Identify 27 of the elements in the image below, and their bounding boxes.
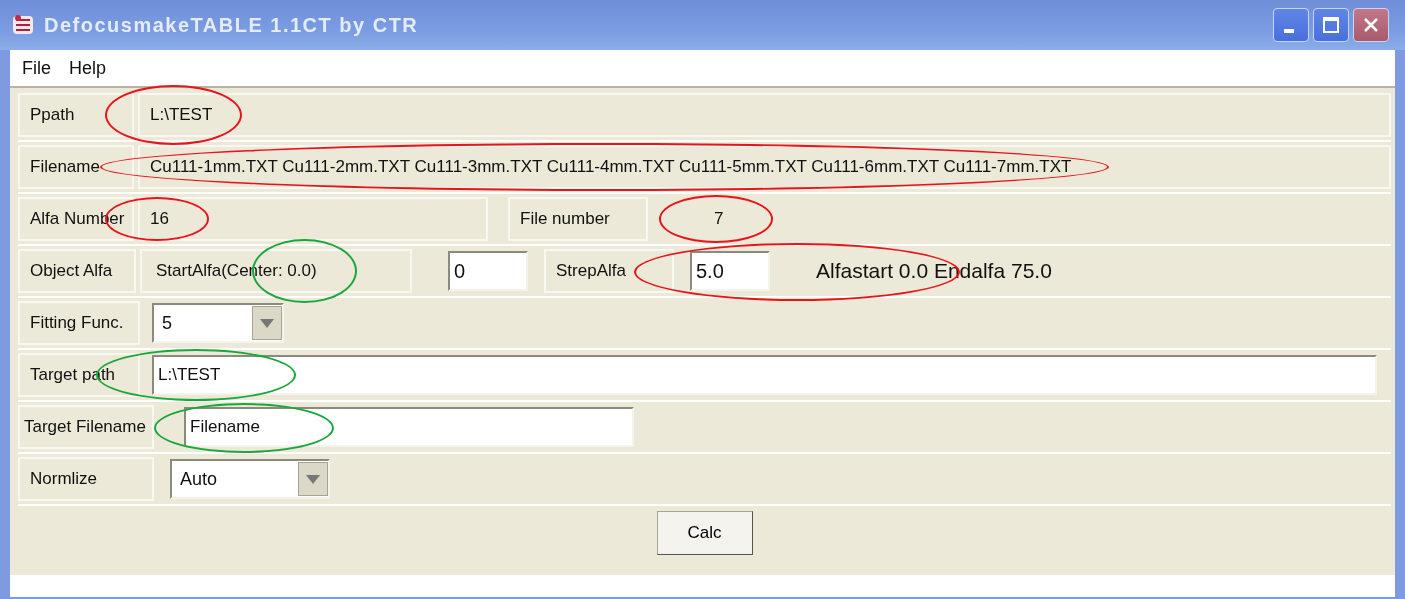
value-display: 7 <box>652 197 1391 241</box>
field-label: Object Alfa <box>18 249 136 293</box>
field-label: Normlize <box>18 457 154 501</box>
minimize-icon <box>1284 29 1294 33</box>
minimize-button[interactable] <box>1273 8 1309 42</box>
calc-button[interactable]: Calc <box>656 511 753 555</box>
field-label: File number <box>508 197 648 241</box>
dropdown-arrow-icon <box>306 474 320 484</box>
close-button[interactable] <box>1353 8 1389 42</box>
start-alfa-input[interactable]: 0 <box>448 251 528 291</box>
fitting-dropdown[interactable]: 5 <box>152 303 284 343</box>
close-icon <box>1362 16 1380 34</box>
normalize-dropdown[interactable]: Auto <box>170 459 330 499</box>
maximize-button[interactable] <box>1313 8 1349 42</box>
field-label: Filename <box>18 145 134 189</box>
field-label: StrepAlfa <box>544 249 674 293</box>
target-filename-input[interactable]: Filename <box>184 407 634 447</box>
menu-item[interactable]: File <box>22 57 51 79</box>
field-label: Target Filename <box>18 405 154 449</box>
window-title: DefocusmakeTABLE 1.1CT by CTR <box>44 13 419 37</box>
menu-item[interactable]: Help <box>69 57 107 79</box>
step-alfa-input[interactable]: 5.0 <box>690 251 770 291</box>
field-label: Fitting Func. <box>18 301 140 345</box>
maximize-icon <box>1322 16 1340 34</box>
target-path-input[interactable]: L:\TEST <box>152 355 1377 395</box>
dropdown-arrow-icon <box>260 318 274 328</box>
field-label: Ppath <box>18 93 134 137</box>
